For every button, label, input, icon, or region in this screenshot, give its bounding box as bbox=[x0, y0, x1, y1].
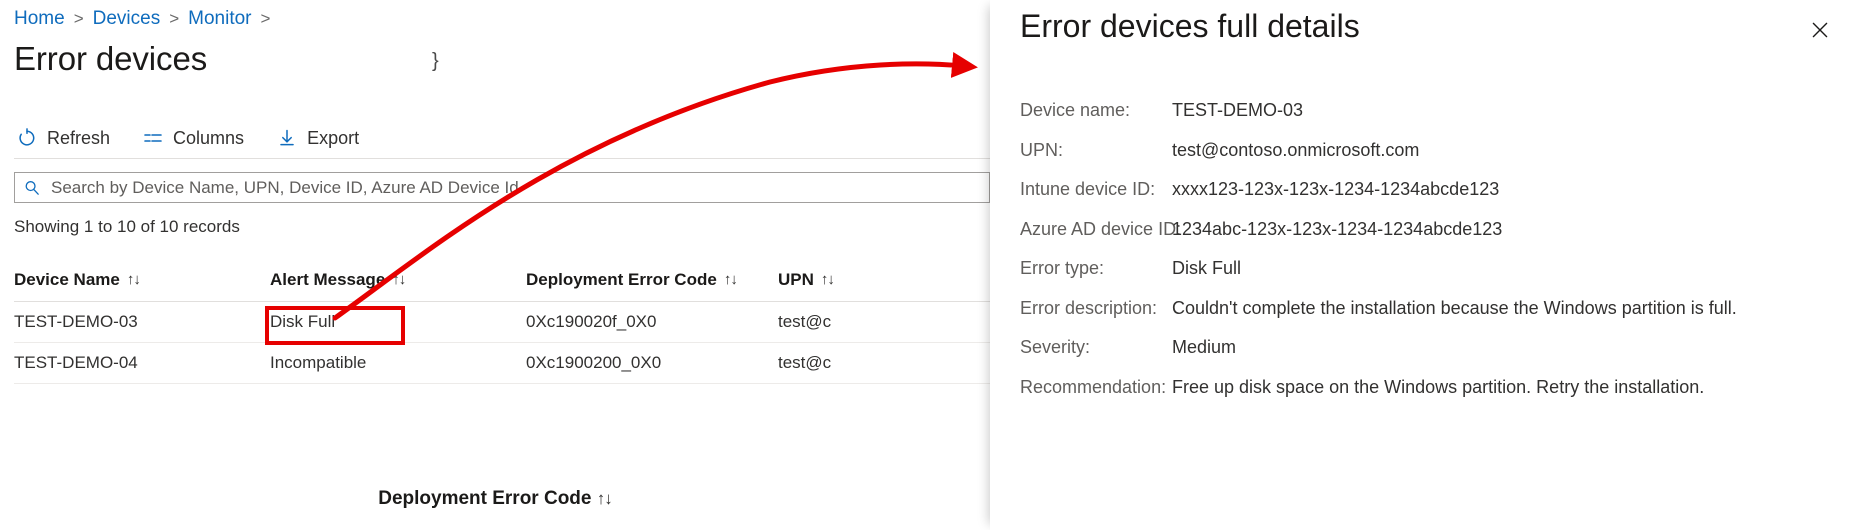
cell-alert-message[interactable]: Incompatible bbox=[270, 353, 526, 373]
detail-row-error-description: Error description: Couldn't complete the… bbox=[1020, 298, 1850, 319]
detail-label: Error description: bbox=[1020, 298, 1172, 319]
panel-title: Error devices full details bbox=[1020, 8, 1360, 45]
detail-label: Intune device ID: bbox=[1020, 179, 1172, 200]
search-icon bbox=[23, 179, 41, 197]
detail-value: Free up disk space on the Windows partit… bbox=[1172, 377, 1704, 398]
download-icon bbox=[276, 127, 298, 149]
detail-value: Couldn't complete the installation becau… bbox=[1172, 298, 1737, 319]
search-input[interactable] bbox=[49, 177, 981, 199]
records-count-label: Showing 1 to 10 of 10 records bbox=[14, 217, 240, 237]
columns-icon bbox=[142, 127, 164, 149]
breadcrumb-item-monitor[interactable]: Monitor bbox=[188, 8, 251, 30]
refresh-button[interactable]: Refresh bbox=[14, 123, 124, 153]
error-details-panel: Error devices full details Device name: … bbox=[990, 0, 1868, 530]
export-button[interactable]: Export bbox=[274, 123, 373, 153]
columns-button[interactable]: Columns bbox=[140, 123, 258, 153]
cell-deployment-error-code: 0Xc190020f_0X0 bbox=[526, 312, 778, 332]
cell-upn: test@c bbox=[778, 353, 990, 373]
refresh-label: Refresh bbox=[47, 128, 110, 149]
column-header-upn[interactable]: UPN ↑↓ bbox=[778, 270, 990, 290]
cell-device-name[interactable]: TEST-DEMO-03 bbox=[14, 312, 270, 332]
cell-upn: test@c bbox=[778, 312, 990, 332]
command-toolbar: Refresh Columns Export bbox=[14, 120, 389, 156]
footer-sort-text: Deployment Error Code bbox=[378, 488, 591, 509]
sort-icon: ↑↓ bbox=[821, 271, 834, 288]
table-header-row: Device Name ↑↓ Alert Message ↑↓ Deployme… bbox=[14, 258, 990, 302]
detail-value: Disk Full bbox=[1172, 258, 1241, 279]
detail-row-azure-ad-device-id: Azure AD device ID: 1234abc-123x-123x-12… bbox=[1020, 219, 1850, 240]
detail-row-upn: UPN: test@contoso.onmicrosoft.com bbox=[1020, 140, 1850, 161]
detail-label: Severity: bbox=[1020, 337, 1172, 358]
detail-value: Medium bbox=[1172, 337, 1236, 358]
footer-sort-label[interactable]: Deployment Error Code ↑↓ bbox=[0, 488, 990, 510]
error-devices-list-pane: Home > Devices > Monitor > Error devices… bbox=[0, 0, 990, 530]
columns-label: Columns bbox=[173, 128, 244, 149]
breadcrumb-separator-icon: > bbox=[261, 9, 271, 29]
detail-label: Error type: bbox=[1020, 258, 1172, 279]
column-header-label: Alert Message bbox=[270, 270, 385, 290]
search-box[interactable] bbox=[14, 172, 990, 203]
screen-root: Home > Devices > Monitor > Error devices… bbox=[0, 0, 1868, 530]
detail-label: Recommendation: bbox=[1020, 377, 1172, 398]
detail-row-intune-device-id: Intune device ID: xxxx123-123x-123x-1234… bbox=[1020, 179, 1850, 200]
sort-icon: ↑↓ bbox=[597, 489, 612, 508]
toolbar-divider bbox=[14, 158, 990, 159]
breadcrumb-item-devices[interactable]: Devices bbox=[93, 8, 161, 30]
detail-row-recommendation: Recommendation: Free up disk space on th… bbox=[1020, 377, 1850, 398]
column-header-label: Device Name bbox=[14, 270, 120, 290]
close-button[interactable] bbox=[1804, 16, 1836, 48]
column-header-label: Deployment Error Code bbox=[526, 270, 717, 290]
breadcrumb-separator-icon: > bbox=[74, 9, 84, 29]
stray-glyph-artifact: } bbox=[432, 50, 439, 73]
detail-value: 1234abc-123x-123x-1234-1234abcde123 bbox=[1172, 219, 1502, 240]
detail-field-list: Device name: TEST-DEMO-03 UPN: test@cont… bbox=[1020, 100, 1850, 416]
table-row[interactable]: TEST-DEMO-04 Incompatible 0Xc1900200_0X0… bbox=[14, 343, 990, 384]
detail-label: UPN: bbox=[1020, 140, 1172, 161]
column-header-alert-message[interactable]: Alert Message ↑↓ bbox=[270, 270, 526, 290]
sort-icon: ↑↓ bbox=[392, 271, 405, 288]
breadcrumb: Home > Devices > Monitor > bbox=[14, 8, 279, 30]
breadcrumb-item-home[interactable]: Home bbox=[14, 8, 65, 30]
column-header-label: UPN bbox=[778, 270, 814, 290]
detail-row-severity: Severity: Medium bbox=[1020, 337, 1850, 358]
detail-row-error-type: Error type: Disk Full bbox=[1020, 258, 1850, 279]
cell-alert-message[interactable]: Disk Full bbox=[270, 312, 526, 332]
cell-deployment-error-code: 0Xc1900200_0X0 bbox=[526, 353, 778, 373]
detail-row-device-name: Device name: TEST-DEMO-03 bbox=[1020, 100, 1850, 121]
detail-value: test@contoso.onmicrosoft.com bbox=[1172, 140, 1419, 161]
column-header-deployment-error-code[interactable]: Deployment Error Code ↑↓ bbox=[526, 270, 778, 290]
error-devices-table: Device Name ↑↓ Alert Message ↑↓ Deployme… bbox=[14, 258, 990, 384]
detail-value: xxxx123-123x-123x-1234-1234abcde123 bbox=[1172, 179, 1499, 200]
sort-icon: ↑↓ bbox=[724, 271, 737, 288]
cell-device-name[interactable]: TEST-DEMO-04 bbox=[14, 353, 270, 373]
close-icon bbox=[1810, 20, 1830, 45]
breadcrumb-separator-icon: > bbox=[169, 9, 179, 29]
page-title: Error devices bbox=[14, 40, 207, 78]
detail-value: TEST-DEMO-03 bbox=[1172, 100, 1303, 121]
refresh-icon bbox=[16, 127, 38, 149]
sort-icon: ↑↓ bbox=[127, 271, 140, 288]
detail-label: Device name: bbox=[1020, 100, 1172, 121]
export-label: Export bbox=[307, 128, 359, 149]
detail-label: Azure AD device ID: bbox=[1020, 219, 1172, 240]
table-row[interactable]: TEST-DEMO-03 Disk Full 0Xc190020f_0X0 te… bbox=[14, 302, 990, 343]
column-header-device-name[interactable]: Device Name ↑↓ bbox=[14, 270, 270, 290]
